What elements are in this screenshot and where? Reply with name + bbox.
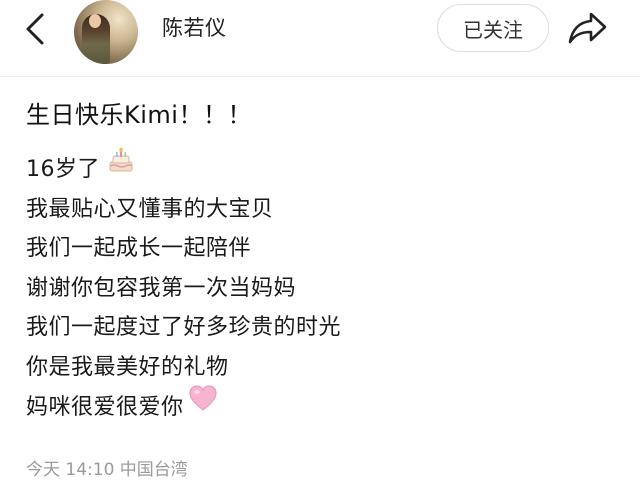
post-line-text: 妈咪很爱很爱你	[26, 394, 184, 420]
post-line: 我们一起度过了好多珍贵的时光	[26, 315, 342, 340]
post-title: 生日快乐Kimi！！！	[26, 101, 252, 129]
post-line: 谢谢你包容我第一次当妈妈	[26, 275, 297, 301]
follow-button[interactable]: 已关注	[437, 4, 549, 52]
pink-heart-icon	[188, 384, 218, 426]
post-line: 我最贴心又懂事的大宝贝	[26, 196, 274, 222]
chevron-left-icon	[26, 13, 44, 45]
post-line: 你是我最美好的礼物	[26, 354, 229, 380]
avatar-face	[89, 14, 101, 28]
post-line-text: 16岁了	[26, 157, 100, 182]
top-bar: 陈若仪 已关注	[0, 0, 640, 74]
avatar[interactable]	[74, 0, 138, 64]
post-body: 16岁了 我最贴心又懂事的大宝贝 我们一起成长一起陪伴 谢谢你包容我第一次当妈妈…	[26, 147, 606, 427]
username[interactable]: 陈若仪	[162, 14, 227, 42]
post-line: 我们一起成长一起陪伴	[26, 236, 252, 261]
back-button[interactable]	[18, 12, 52, 46]
post-meta: 今天 14:10 中国台湾	[26, 460, 188, 480]
post-line: 16岁了	[26, 147, 606, 190]
share-button[interactable]	[566, 8, 610, 48]
share-arrow-icon	[568, 12, 607, 44]
birthday-cake-icon	[108, 147, 134, 187]
post-line: 妈咪很爱很爱你	[26, 384, 606, 427]
header-divider	[0, 76, 640, 77]
follow-button-label: 已关注	[463, 17, 523, 42]
